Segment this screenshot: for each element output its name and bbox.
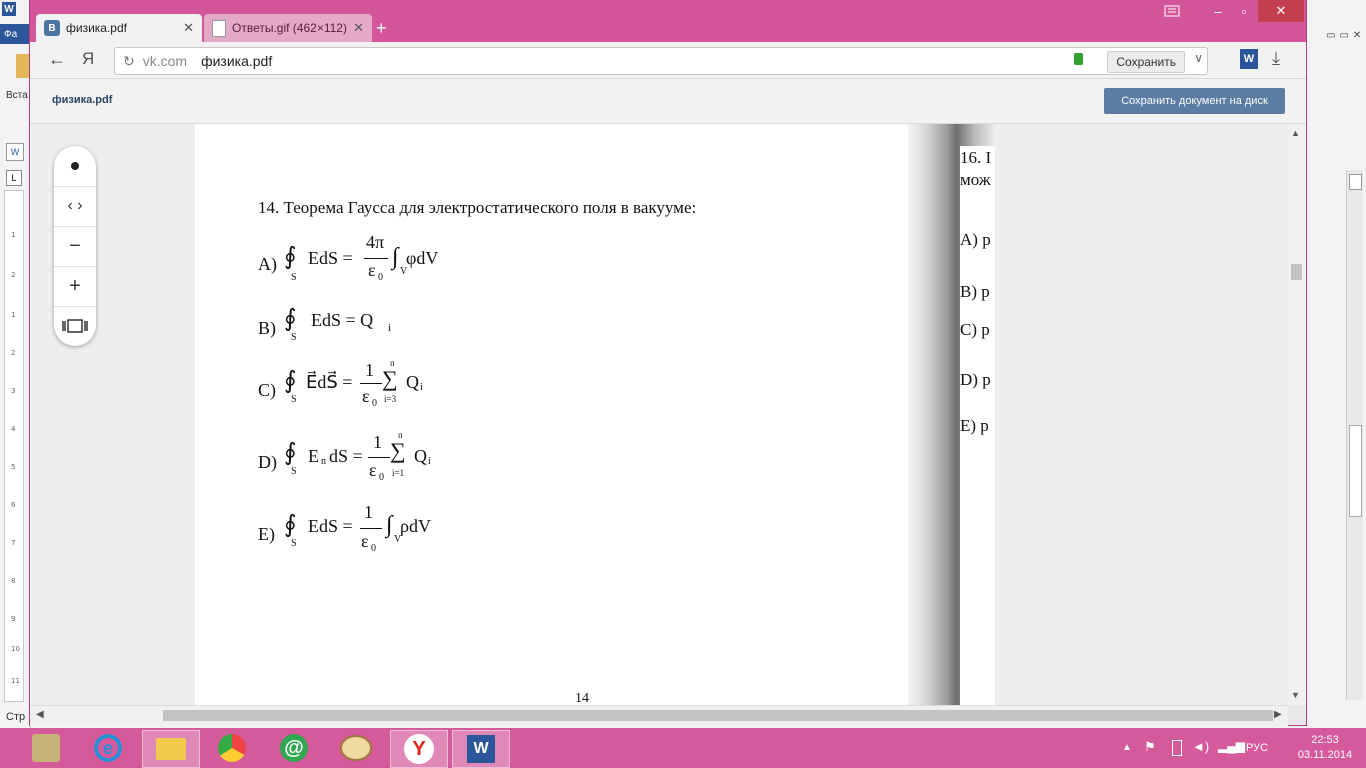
internet-explorer-icon[interactable]: e [80, 730, 136, 766]
speaker-icon[interactable]: ◄) [1192, 739, 1209, 754]
reload-icon[interactable]: ↻ [123, 53, 135, 70]
option-a: A) ∮ S EdS = 4π ε 0 ∫ V φdV [258, 232, 439, 283]
page-number: 14 [575, 691, 589, 705]
maximize-icon[interactable]: ▫ [1232, 0, 1256, 22]
tab-fizika-pdf[interactable]: B физика.pdf ✕ [36, 14, 202, 42]
address-domain: vk.com [142, 53, 188, 69]
network-icon[interactable]: ▂▄▆ [1218, 739, 1245, 753]
address-bar[interactable]: ↻ vk.com физика.pdf Сохранить ∨ [114, 47, 1208, 75]
taskbar: e @ Y W ▲ ⚑ ◄) ▂▄▆ РУС [0, 728, 1366, 768]
viewport-empty-area [995, 124, 1288, 705]
document-icon [212, 19, 226, 37]
tab-label: Ответы.gif (462×112) [232, 21, 347, 35]
close-icon[interactable]: ✕ [183, 20, 194, 36]
battery-icon[interactable] [1172, 740, 1182, 756]
pdf-page-right: 16. I мож A) p B) p C) p D) p E) p [960, 146, 995, 705]
word-extension-icon[interactable]: W [1240, 49, 1258, 69]
flag-icon[interactable]: ⚑ [1144, 739, 1156, 755]
new-tab-plus-icon[interactable]: + [376, 18, 387, 39]
pdf-header-bar: физика.pdf Сохранить документ на диск [30, 79, 1306, 124]
save-page-button[interactable]: Сохранить [1107, 51, 1185, 73]
chrome-like-app-icon[interactable] [204, 730, 260, 766]
word-scroll-thumb[interactable] [1349, 425, 1362, 517]
fraction-bar [360, 383, 382, 384]
contour-integral-icon: ∮ [284, 440, 297, 466]
word-window-controls[interactable]: ▭▭✕ [1326, 30, 1361, 42]
file-explorer-icon[interactable] [142, 730, 200, 768]
vk-icon: B [44, 20, 60, 36]
fraction-bar [368, 457, 390, 458]
fraction-bar [364, 258, 388, 259]
clock-date: 03.11.2014 [1297, 749, 1353, 761]
option-e: E) ∮ S EdS = 1 ε 0 ∫ V ρdV [258, 502, 431, 554]
pdf-title: физика.pdf [52, 94, 113, 106]
question-14-text: 14. Теорема Гаусса для электростатическо… [258, 198, 697, 217]
word-file-tab[interactable]: Фа [0, 24, 30, 44]
tab-otvety-gif[interactable]: Ответы.gif (462×112) ✕ [204, 14, 372, 42]
scroll-down-icon[interactable]: ▼ [1291, 690, 1300, 700]
pdf-page-left: 14. Теорема Гаусса для электростатическо… [195, 124, 910, 705]
insert-label: Вста [6, 90, 28, 101]
menu-icon[interactable] [1158, 0, 1186, 22]
horizontal-scrollbar[interactable]: ◀ ▶ [30, 705, 1288, 726]
yandex-logo-icon[interactable]: Я [82, 49, 94, 69]
paste-icon[interactable] [16, 54, 30, 78]
zoom-in-icon[interactable]: + [54, 266, 96, 307]
minimize-icon[interactable]: – [1206, 0, 1230, 22]
system-clock[interactable]: 22:53 03.11.2014 [1290, 733, 1360, 763]
sum-icon: ∑ [382, 366, 398, 391]
tab-strip: B физика.pdf ✕ Ответы.gif (462×112) ✕ + … [30, 0, 1306, 42]
fraction-bar [360, 528, 382, 529]
integral-icon: ∫ [386, 512, 393, 538]
back-arrow-icon[interactable]: ← [48, 49, 66, 70]
scroll-right-icon[interactable]: ▶ [1274, 709, 1282, 720]
word-app-icon[interactable]: W [452, 730, 510, 768]
pdf-viewport[interactable]: 14. Теорема Гаусса для электростатическо… [30, 124, 1306, 705]
clock-time: 22:53 [1311, 734, 1339, 746]
word-status-text: Стр [6, 711, 26, 723]
scroll-left-icon[interactable]: ◀ [36, 709, 44, 720]
option-c: C) ∮ S E⃗dS⃗ = 1 ε 0 n ∑ i=3 Q i [258, 358, 423, 409]
paint-palette-icon[interactable] [328, 730, 384, 766]
vertical-ruler: 1 2 1 2 3 4 5 6 7 8 9 10 11 [4, 190, 24, 702]
browser-window: B физика.pdf ✕ Ответы.gif (462×112) ✕ + … [30, 0, 1306, 726]
zoom-controls: ‹ › − + [54, 146, 96, 346]
word-logo-icon: W [2, 2, 16, 16]
page-view-icon[interactable] [54, 306, 96, 346]
contour-integral-icon: ∮ [284, 306, 297, 332]
word-right-panel: ▭▭✕ [1306, 0, 1366, 728]
yandex-browser-icon[interactable]: Y [390, 730, 448, 768]
scroll-thumb[interactable] [1291, 264, 1302, 280]
word-view-icon[interactable]: W [6, 143, 24, 161]
contour-integral-icon: ∮ [284, 244, 297, 270]
scroll-up-icon[interactable]: ▲ [1291, 128, 1300, 138]
sum-icon: ∑ [390, 438, 406, 463]
language-indicator[interactable]: РУС [1246, 742, 1268, 754]
integral-icon: ∫ [392, 244, 399, 270]
vertical-scrollbar[interactable]: ▲ ▼ [1288, 124, 1306, 705]
close-icon[interactable]: ✕ [353, 20, 364, 36]
save-to-disk-button[interactable]: Сохранить документ на диск [1104, 88, 1285, 114]
navigation-bar: ← Я ↻ vk.com физика.pdf Сохранить ∨ W ⤓ [30, 42, 1306, 79]
contour-integral-icon: ∮ [284, 512, 297, 538]
option-d: D) ∮ S E n dS = 1 ε 0 n ∑ i=1 Q i [258, 430, 431, 483]
dot-icon[interactable] [54, 146, 96, 187]
zoom-out-icon[interactable]: − [54, 226, 96, 267]
download-icon[interactable]: ⤓ [1272, 48, 1280, 69]
contour-integral-icon: ∮ [284, 368, 297, 394]
close-window-icon[interactable]: ✕ [1258, 0, 1304, 22]
tab-label: физика.pdf [66, 21, 127, 35]
address-path: физика.pdf [201, 53, 273, 69]
tab-stop-icon[interactable]: L [6, 170, 22, 186]
word-split-icon[interactable] [1349, 174, 1362, 190]
lock-icon [1074, 53, 1083, 65]
option-b: B) ∮ S EdS = Q i [258, 306, 392, 343]
horizontal-scroll-thumb[interactable] [163, 710, 1273, 721]
word-vertical-scrollbar[interactable] [1346, 170, 1363, 700]
chevron-down-icon[interactable]: ∨ [1194, 51, 1203, 65]
archive-app-icon[interactable] [18, 730, 74, 766]
fit-width-icon[interactable]: ‹ › [54, 186, 96, 227]
show-hidden-icons-icon[interactable]: ▲ [1122, 742, 1132, 753]
mail-agent-icon[interactable]: @ [266, 730, 322, 766]
